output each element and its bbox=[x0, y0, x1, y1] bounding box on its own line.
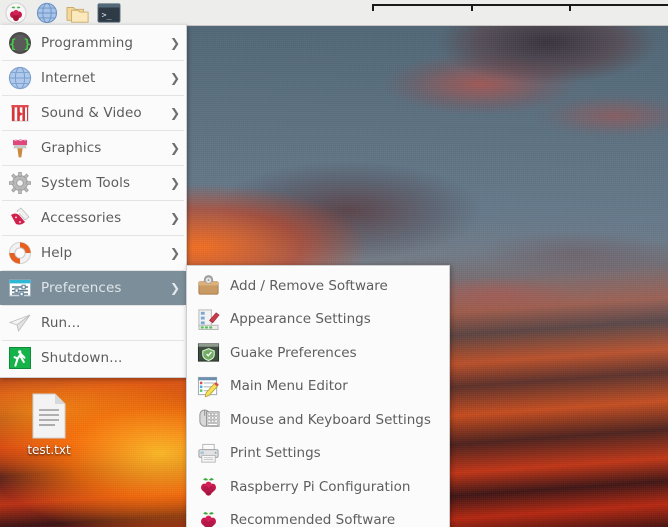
menu-item-graphics[interactable]: Graphics ❯ bbox=[0, 131, 186, 165]
raspberry-pi-menu-button[interactable] bbox=[3, 1, 29, 24]
submenu-item-appearance-settings[interactable]: Appearance Settings bbox=[187, 303, 449, 337]
submenu-item-label: Print Settings bbox=[230, 445, 321, 462]
mouse-keyboard-settings-icon bbox=[196, 408, 220, 432]
main-application-menu: { } Programming ❯ Internet ❯ Sound & Vid… bbox=[0, 25, 187, 378]
submenu-item-label: Mouse and Keyboard Settings bbox=[230, 411, 431, 428]
menu-item-label: Sound & Video bbox=[41, 105, 142, 121]
desktop-screen: test.txt >_ {} Programming ❯ Internet ❯… bbox=[0, 0, 668, 527]
menu-item-run[interactable]: Run... bbox=[0, 306, 186, 340]
run-paperplane-icon bbox=[7, 310, 33, 336]
sound-video-icon bbox=[7, 100, 33, 126]
chevron-right-icon: ❯ bbox=[169, 36, 180, 50]
menu-item-label: Run... bbox=[41, 315, 81, 331]
menu-item-label: Help bbox=[41, 245, 73, 261]
graphics-paintbrush-icon bbox=[7, 135, 33, 161]
help-lifebuoy-icon bbox=[7, 240, 33, 266]
submenu-item-label: Guake Preferences bbox=[230, 344, 357, 361]
submenu-item-raspberry-pi-configuration[interactable]: Raspberry Pi Configuration bbox=[187, 470, 449, 504]
submenu-item-mouse-keyboard-settings[interactable]: Mouse and Keyboard Settings bbox=[187, 403, 449, 437]
chevron-right-icon: ❯ bbox=[169, 211, 180, 225]
submenu-item-guake-preferences[interactable]: Guake Preferences bbox=[187, 336, 449, 370]
appearance-settings-icon bbox=[196, 307, 220, 331]
add-remove-software-icon bbox=[196, 274, 220, 298]
submenu-item-label: Main Menu Editor bbox=[230, 378, 348, 395]
preferences-sliders-icon bbox=[7, 275, 33, 301]
preferences-submenu: Add / Remove Software Appearance Setting… bbox=[186, 265, 450, 527]
menu-item-label: System Tools bbox=[41, 175, 131, 191]
menu-item-label: Graphics bbox=[41, 140, 102, 156]
menu-item-accessories[interactable]: Accessories ❯ bbox=[0, 201, 186, 235]
raspberry-pi-menu-icon bbox=[5, 1, 27, 24]
programming-icon: { } bbox=[7, 30, 33, 56]
web-browser-button[interactable] bbox=[34, 1, 60, 24]
submenu-item-recommended-software[interactable]: Recommended Software bbox=[187, 504, 449, 527]
accessories-knife-icon bbox=[7, 205, 33, 231]
menu-item-label: Accessories bbox=[41, 210, 122, 226]
print-settings-icon bbox=[196, 441, 220, 465]
submenu-item-main-menu-editor[interactable]: Main Menu Editor bbox=[187, 370, 449, 404]
window-list-strip[interactable] bbox=[372, 4, 668, 23]
menu-item-label: Programming bbox=[41, 35, 134, 51]
desktop-icon-test-txt[interactable]: test.txt bbox=[18, 392, 80, 457]
submenu-item-add-remove-software[interactable]: Add / Remove Software bbox=[187, 269, 449, 303]
panel-launcher-group: >_ bbox=[0, 0, 122, 25]
submenu-item-label: Add / Remove Software bbox=[230, 277, 388, 294]
menu-item-sound-video[interactable]: Sound & Video ❯ bbox=[0, 96, 186, 130]
raspberry-pi-configuration-icon bbox=[196, 475, 220, 499]
window-list-line bbox=[472, 4, 570, 6]
chevron-right-icon: ❯ bbox=[169, 176, 180, 190]
chevron-right-icon: ❯ bbox=[169, 141, 180, 155]
menu-item-label: Internet bbox=[41, 70, 96, 86]
window-list-line bbox=[571, 4, 668, 6]
internet-globe-icon bbox=[7, 65, 33, 91]
desktop-icon-label: test.txt bbox=[27, 443, 71, 457]
recommended-software-icon bbox=[196, 508, 220, 527]
menu-item-programming[interactable]: { } Programming ❯ bbox=[0, 26, 186, 60]
menu-item-preferences[interactable]: Preferences ❯ bbox=[0, 271, 186, 305]
menu-item-system-tools[interactable]: System Tools ❯ bbox=[0, 166, 186, 200]
window-list-line bbox=[374, 4, 471, 6]
terminal-button[interactable]: >_ bbox=[96, 1, 122, 24]
terminal-icon: >_ bbox=[97, 2, 121, 23]
guake-preferences-icon bbox=[196, 341, 220, 365]
web-browser-icon bbox=[36, 2, 58, 23]
file-manager-button[interactable] bbox=[65, 1, 91, 24]
file-manager-icon bbox=[66, 6, 89, 23]
submenu-item-label: Recommended Software bbox=[230, 512, 396, 527]
chevron-right-icon: ❯ bbox=[169, 246, 180, 260]
main-menu-editor-icon bbox=[196, 374, 220, 398]
svg-text:{ }: { } bbox=[9, 37, 31, 51]
svg-text:>_: >_ bbox=[102, 9, 112, 19]
menu-item-label: Shutdown... bbox=[41, 350, 123, 366]
chevron-right-icon: ❯ bbox=[169, 106, 180, 120]
menu-item-help[interactable]: Help ❯ bbox=[0, 236, 186, 270]
chevron-right-icon: ❯ bbox=[169, 71, 180, 85]
shutdown-exit-icon bbox=[7, 345, 33, 371]
submenu-item-print-settings[interactable]: Print Settings bbox=[187, 437, 449, 471]
menu-item-shutdown[interactable]: Shutdown... bbox=[0, 341, 186, 375]
text-file-icon bbox=[18, 392, 80, 440]
submenu-item-label: Raspberry Pi Configuration bbox=[230, 478, 411, 495]
taskbar-panel: >_ bbox=[0, 0, 668, 26]
menu-item-label: Preferences bbox=[41, 280, 122, 296]
system-tools-gear-icon bbox=[7, 170, 33, 196]
menu-item-internet[interactable]: Internet ❯ bbox=[0, 61, 186, 95]
chevron-right-icon: ❯ bbox=[169, 281, 180, 295]
submenu-item-label: Appearance Settings bbox=[230, 311, 371, 328]
